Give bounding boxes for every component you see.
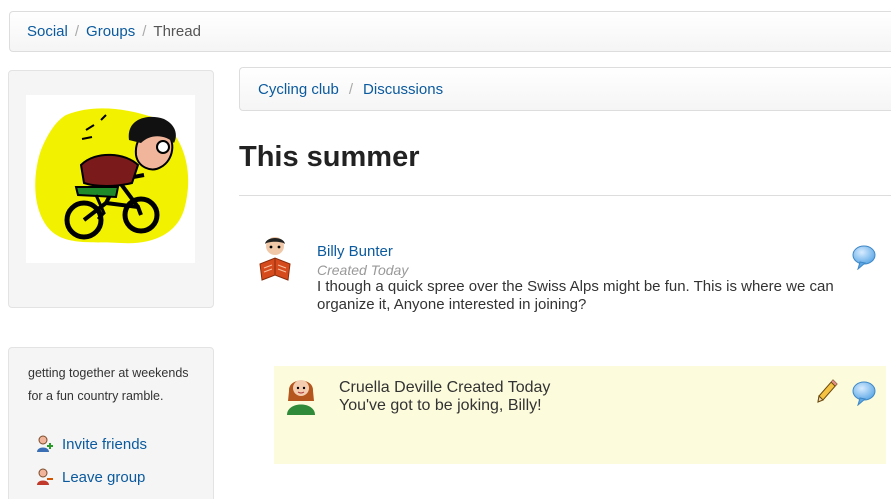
post-author-link[interactable]: Billy Bunter <box>317 243 877 260</box>
reply-edit-button[interactable] <box>815 378 839 409</box>
group-crumb-discussions-link[interactable]: Discussions <box>363 81 443 98</box>
reply-author-avatar[interactable] <box>284 371 318 420</box>
group-breadcrumb: Cycling club / Discussions <box>239 67 891 111</box>
reply-author-link[interactable]: Cruella Deville <box>339 379 442 396</box>
reply-body: You've got to be joking, Billy! <box>339 397 542 414</box>
post-content: Billy Bunter Created Today I though a qu… <box>317 243 877 314</box>
cyclist-cartoon-icon <box>35 108 189 244</box>
group-avatar-panel <box>8 70 214 308</box>
breadcrumb-current: Thread <box>153 23 201 40</box>
speech-bubble-icon <box>852 245 876 271</box>
post-body: I though a quick spree over the Swiss Al… <box>317 278 834 313</box>
thread-post: Billy Bunter Created Today I though a qu… <box>250 232 891 332</box>
post-created-meta: Created Today <box>317 262 409 278</box>
reply-comment-button[interactable] <box>851 380 877 411</box>
invite-friends-label: Invite friends <box>62 436 148 453</box>
group-crumb-separator: / <box>348 80 354 98</box>
reply-content: Cruella Deville Created Today You've got… <box>339 379 809 415</box>
breadcrumb-groups-link[interactable]: Groups <box>86 23 135 40</box>
add-user-icon <box>37 435 53 452</box>
leave-group-link[interactable]: Leave group <box>35 468 145 487</box>
breadcrumb: Social / Groups / Thread <box>9 11 891 52</box>
reader-avatar-icon <box>259 237 291 281</box>
group-crumb-cycling-club-link[interactable]: Cycling club <box>258 81 339 98</box>
invite-friends-link[interactable]: Invite friends <box>35 435 147 454</box>
woman-avatar-icon <box>287 380 315 415</box>
reply-created-meta: Created Today <box>446 379 551 396</box>
title-divider <box>239 195 891 196</box>
post-comment-button[interactable] <box>851 244 877 275</box>
reply-post: Cruella Deville Created Today You've got… <box>274 366 886 464</box>
group-avatar-image <box>26 95 195 263</box>
breadcrumb-separator: / <box>142 23 147 40</box>
speech-bubble-icon <box>852 381 876 407</box>
pencil-icon <box>817 379 838 403</box>
thread-title: This summer <box>239 141 420 173</box>
leave-user-icon <box>37 468 53 485</box>
group-description: getting together at weekends for a fun c… <box>28 366 189 403</box>
post-author-avatar[interactable] <box>254 234 296 287</box>
leave-group-label: Leave group <box>62 469 146 486</box>
breadcrumb-separator: / <box>74 23 80 40</box>
breadcrumb-social-link[interactable]: Social <box>27 23 68 40</box>
group-info-panel: getting together at weekends for a fun c… <box>8 347 214 499</box>
